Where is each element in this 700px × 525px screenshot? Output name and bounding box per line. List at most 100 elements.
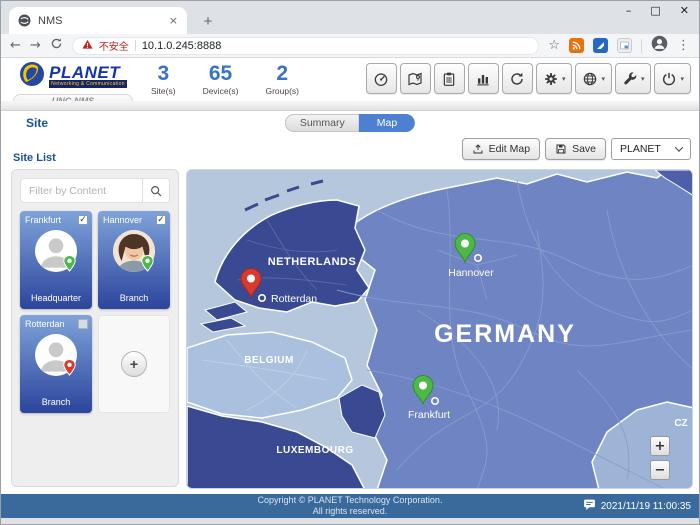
rss-extension-icon[interactable] [569, 38, 584, 53]
gear-icon [543, 71, 559, 87]
stat-groups: 2 Group(s) [265, 62, 299, 96]
blue-extension-icon[interactable] [593, 38, 608, 53]
tab-close-icon[interactable]: × [169, 14, 178, 27]
save-button[interactable]: Save [545, 138, 606, 160]
window-close-button[interactable]: ✕ [680, 4, 689, 17]
search-icon [149, 184, 163, 198]
power-menu-button[interactable]: ▾ [654, 63, 691, 94]
omnibox-divider [135, 40, 136, 51]
reload-button[interactable] [50, 37, 63, 55]
europe-map[interactable]: NETHERLANDS GERMANY BELGIUM LUXEMBOURG C… [187, 170, 693, 489]
settings-menu-button[interactable]: ▾ [536, 63, 573, 94]
app-header: PLANET Networking & Communication UNC-NM… [1, 58, 699, 101]
url-omnibox[interactable]: 不安全 10.1.0.245:8888 [72, 37, 540, 55]
map-view-button[interactable] [400, 63, 431, 94]
site-card-type: Branch [20, 397, 92, 407]
browser-menu-icon[interactable]: ⋮ [677, 38, 690, 53]
browser-tab-bar: NMS × + – □ ✕ [1, 1, 699, 34]
upload-icon [472, 143, 484, 155]
map-zoom-controls: + − [650, 436, 670, 480]
site-card-name: Hannover [103, 215, 142, 225]
save-icon [555, 143, 567, 155]
site-checkbox[interactable] [78, 319, 88, 329]
filter-input[interactable] [21, 179, 142, 202]
site-card-rotterdan[interactable]: Rotterdan Branch [20, 315, 92, 413]
stat-devices-value: 65 [203, 62, 239, 85]
gauge-icon [373, 71, 389, 87]
view-tabs: Summary Map [285, 114, 415, 132]
stat-sites-label: Site(s) [151, 86, 176, 96]
label-germany: GERMANY [434, 320, 576, 348]
summary-stats: 3 Site(s) 65 Device(s) 2 Group(s) [151, 62, 299, 96]
zoom-out-button[interactable]: − [650, 460, 670, 480]
map-pin-icon [63, 359, 76, 381]
marker-label: Hannover [448, 267, 494, 279]
statistics-button[interactable] [468, 63, 499, 94]
edit-map-button[interactable]: Edit Map [462, 138, 540, 160]
power-icon [661, 71, 677, 87]
language-menu-button[interactable]: ▾ [575, 63, 612, 94]
forward-button[interactable]: → [30, 39, 41, 52]
tab-title: NMS [38, 15, 162, 27]
site-card-frankfurt[interactable]: Frankfurt ✓ Headquarter [20, 211, 92, 309]
label-netherlands: NETHERLANDS [268, 256, 357, 268]
message-icon[interactable] [583, 498, 596, 514]
header-toolbar: ▾ ▾ ▾ ▾ [366, 63, 691, 94]
bookmark-star-icon[interactable]: ☆ [548, 38, 560, 53]
window-minimize-button[interactable]: – [626, 4, 632, 17]
site-cards: Frankfurt ✓ Headquarter Hannover ✓ [20, 211, 170, 413]
site-favicon-icon [18, 14, 31, 27]
site-checkbox[interactable]: ✓ [156, 215, 166, 225]
stat-groups-label: Group(s) [265, 86, 299, 96]
site-list-panel: Frankfurt ✓ Headquarter Hannover ✓ [11, 169, 179, 487]
label-belgium: BELGIUM [244, 355, 294, 366]
map-select[interactable]: PLANET [611, 138, 691, 160]
map-actions: Edit Map Save PLANET [462, 138, 691, 160]
search-button[interactable] [142, 179, 169, 202]
app-footer: Copyright © PLANET Technology Corporatio… [1, 494, 699, 518]
stat-devices: 65 Device(s) [203, 62, 239, 96]
dashboard-button[interactable] [366, 63, 397, 94]
add-site-card[interactable]: + [98, 315, 170, 413]
security-warning-label: 不安全 [99, 38, 129, 53]
site-card-name: Rotterdan [25, 319, 65, 329]
bar-chart-icon [475, 71, 491, 87]
stat-devices-label: Device(s) [203, 86, 239, 96]
save-label: Save [572, 143, 596, 155]
site-card-hannover[interactable]: Hannover ✓ Branch [98, 211, 170, 309]
refresh-icon [509, 71, 525, 87]
wrench-icon [622, 71, 638, 87]
page-title: Site [26, 116, 48, 130]
site-checkbox[interactable]: ✓ [78, 215, 88, 225]
browser-window: NMS × + – □ ✕ ← → 不安全 10.1.0.245:8888 ☆ [0, 0, 700, 525]
filter-bar [20, 178, 170, 203]
label-luxembourg: LUXEMBOURG [276, 445, 353, 456]
map-icon [407, 71, 423, 87]
tab-summary[interactable]: Summary [285, 114, 359, 132]
browser-address-bar: ← → 不安全 10.1.0.245:8888 ☆ ⋮ [1, 34, 699, 58]
tools-menu-button[interactable]: ▾ [615, 63, 652, 94]
map-pin-icon [141, 255, 154, 277]
new-tab-button[interactable]: + [197, 10, 219, 32]
window-maximize-button[interactable]: □ [650, 4, 660, 17]
profile-avatar-icon[interactable] [651, 35, 668, 57]
url-text: 10.1.0.245:8888 [142, 40, 222, 52]
dropdown-caret-icon: ▾ [680, 75, 684, 83]
map-select-value: PLANET [620, 143, 661, 155]
security-warning-icon [82, 37, 93, 55]
report-button[interactable] [434, 63, 465, 94]
tab-map[interactable]: Map [359, 114, 415, 132]
refresh-button[interactable] [502, 63, 533, 94]
back-button[interactable]: ← [10, 39, 21, 52]
system-timestamp: 2021/11/19 11:00:35 [601, 501, 691, 512]
site-card-type: Branch [98, 293, 170, 303]
site-list-title: Site List [13, 152, 56, 164]
header-divider [1, 101, 699, 111]
add-site-button[interactable]: + [121, 351, 147, 377]
marker-label: Rotterdan [271, 293, 317, 305]
brand-name: PLANET [49, 65, 127, 80]
browser-tab-nms[interactable]: NMS × [9, 7, 187, 34]
zoom-in-button[interactable]: + [650, 436, 670, 456]
window-extension-icon[interactable] [617, 38, 632, 53]
marker-label: Frankfurt [408, 409, 450, 421]
